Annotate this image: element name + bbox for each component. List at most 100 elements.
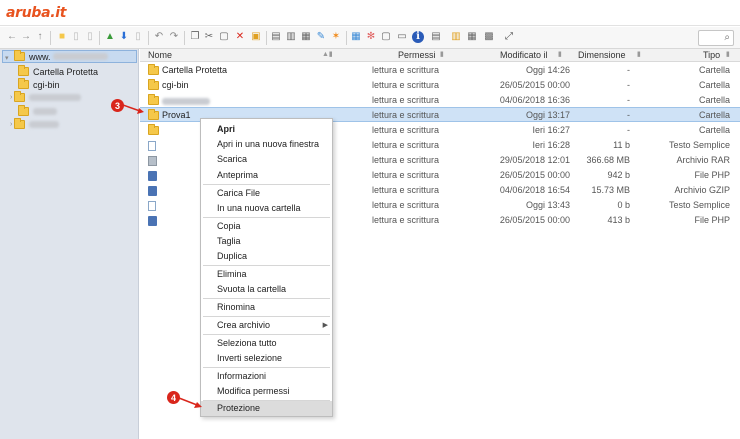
menu-create-archive[interactable]: Crea archivio ▶ <box>201 318 332 333</box>
tree-item-label: cgi-bin <box>33 79 60 90</box>
menu-edit-permissions[interactable]: Modifica permessi <box>201 384 332 399</box>
menu-upload-file[interactable]: Carica File <box>201 186 332 201</box>
select-icon[interactable]: ▢ <box>380 31 392 43</box>
row-size: - <box>627 125 630 135</box>
resize-icon[interactable]: ▮ <box>558 50 562 58</box>
info-icon[interactable]: i <box>412 31 424 43</box>
tree-root[interactable]: ▾ www. <box>2 50 137 63</box>
tree-item-cgi-bin[interactable]: cgi-bin <box>18 78 60 91</box>
new-folder-icon[interactable]: ■ <box>56 31 68 43</box>
tree-item-cartella-protetta[interactable]: Cartella Protetta <box>18 65 98 78</box>
menu-download[interactable]: Scarica <box>201 152 332 167</box>
toolbar-divider <box>148 31 149 45</box>
row-size: 942 b <box>607 170 630 180</box>
expand-icon[interactable]: › <box>10 94 12 101</box>
cut-icon[interactable]: ✂ <box>203 31 215 43</box>
row-type: File PHP <box>694 170 730 180</box>
row-size: 11 b <box>613 140 630 150</box>
sort-icon[interactable]: ▲▮ <box>322 50 333 58</box>
edit-icon[interactable]: ✎ <box>315 31 327 43</box>
tree-item-redacted[interactable] <box>18 105 57 118</box>
menu-select-all[interactable]: Seleziona tutto <box>201 336 332 351</box>
col-name[interactable]: Nome <box>148 50 172 60</box>
list-icon[interactable]: ▦ <box>466 31 478 43</box>
col-size[interactable]: Dimensione <box>578 50 626 60</box>
expand-icon[interactable]: › <box>10 121 12 128</box>
resize-icon[interactable]: ▮ <box>726 50 730 58</box>
aruba-logo[interactable]: aruba.it <box>6 5 67 21</box>
row-type: Cartella <box>698 80 730 90</box>
php-file-icon <box>148 171 157 183</box>
grid-icon[interactable]: ▦ <box>350 31 362 43</box>
menu-separator <box>203 316 330 317</box>
menu-rename[interactable]: Rinomina <box>201 300 332 315</box>
star-icon[interactable]: ✶ <box>330 31 342 43</box>
toolbar: ← → ↑ ■ ▯ ▯ ▲ ⬇ ▯ ↶ ↷ ❐ ✂ ▢ ✕ ▣ ▤ ▥ ▦ ✎ … <box>0 27 740 49</box>
tree-item-redacted[interactable]: › <box>10 118 60 131</box>
paste-icon[interactable]: ▢ <box>218 31 230 43</box>
menu-copy[interactable]: Copia <box>201 219 332 234</box>
menu-separator <box>203 334 330 335</box>
file-icon[interactable]: ▯ <box>132 31 144 43</box>
table-row[interactable]: cgi-bin lettura e scrittura 26/05/2015 0… <box>140 78 740 93</box>
folder-icon <box>148 64 163 77</box>
resize-icon[interactable]: ▮ <box>637 50 641 58</box>
menu-preview[interactable]: Anteprima <box>201 168 332 183</box>
context-menu: Apri Apri in una nuova finestra Scarica … <box>200 118 333 417</box>
row-perms: lettura e scrittura <box>372 170 440 180</box>
menu-open[interactable]: Apri <box>201 122 332 137</box>
col-type[interactable]: Tipo <box>703 50 720 60</box>
upload-icon[interactable]: ▲ <box>104 31 116 43</box>
arrow-4-icon <box>178 397 202 408</box>
settings-icon[interactable]: ✻ <box>365 31 377 43</box>
col-perms[interactable]: Permessi <box>398 50 436 60</box>
new-doc-icon[interactable]: ▯ <box>84 31 96 43</box>
resize-icon[interactable]: ▮ <box>440 50 444 58</box>
tree-icon[interactable]: ▥ <box>450 31 462 43</box>
duplicate-icon[interactable]: ▣ <box>250 31 262 43</box>
row-modified: Oggi 14:26 <box>525 65 570 75</box>
menu-cut[interactable]: Taglia <box>201 234 332 249</box>
redacted-domain <box>52 53 108 60</box>
archive-icon[interactable]: ▥ <box>285 31 297 43</box>
redo-icon[interactable]: ↷ <box>168 31 180 43</box>
new-file-icon[interactable]: ▯ <box>70 31 82 43</box>
search-input[interactable]: ⌕ <box>698 30 734 46</box>
menu-open-new-window[interactable]: Apri in una nuova finestra <box>201 137 332 152</box>
arrow-up-icon[interactable]: ↑ <box>34 31 46 43</box>
menu-info[interactable]: Informazioni <box>201 369 332 384</box>
folder-icon <box>18 78 29 89</box>
permissions-icon[interactable]: ▤ <box>430 31 442 43</box>
delete-icon[interactable]: ✕ <box>234 31 246 43</box>
toolbar-divider <box>184 31 185 45</box>
menu-protection[interactable]: Protezione <box>201 401 332 416</box>
tree-item-redacted[interactable]: › <box>10 91 82 104</box>
row-size: - <box>627 95 630 105</box>
row-modified: 26/05/2015 00:00 <box>499 215 570 225</box>
grid-view-icon[interactable]: ▩ <box>483 31 495 43</box>
expand-icon[interactable]: ▾ <box>5 54 9 62</box>
undo-icon[interactable]: ↶ <box>153 31 165 43</box>
row-modified: 29/05/2018 12:01 <box>499 155 570 165</box>
folder-icon <box>18 105 29 116</box>
row-type: Archivio GZIP <box>674 185 730 195</box>
menu-new-folder[interactable]: In una nuova cartella <box>201 201 332 216</box>
menu-duplicate[interactable]: Duplica <box>201 249 332 264</box>
fullscreen-icon[interactable]: ⤢ <box>503 31 515 43</box>
menu-invert-selection[interactable]: Inverti selezione <box>201 351 332 366</box>
table-row[interactable]: lettura e scrittura 04/06/2018 16:36 - C… <box>140 93 740 108</box>
table-row[interactable]: Cartella Protetta lettura e scrittura Og… <box>140 63 740 78</box>
col-modified[interactable]: Modificato il <box>500 50 548 60</box>
arrow-left-icon[interactable]: ← <box>6 31 18 43</box>
menu-empty-folder[interactable]: Svuota la cartella <box>201 282 332 297</box>
view-icon[interactable]: ▭ <box>396 31 408 43</box>
menu-delete[interactable]: Elimina <box>201 267 332 282</box>
arrow-right-icon[interactable]: → <box>20 31 32 43</box>
row-size: 413 b <box>607 215 630 225</box>
copy-icon[interactable]: ❐ <box>189 31 201 43</box>
download-icon[interactable]: ⬇ <box>118 31 130 43</box>
rename-icon[interactable]: ▦ <box>300 31 312 43</box>
row-perms: lettura e scrittura <box>372 140 440 150</box>
row-perms: lettura e scrittura <box>372 110 440 120</box>
extract-icon[interactable]: ▤ <box>270 31 282 43</box>
